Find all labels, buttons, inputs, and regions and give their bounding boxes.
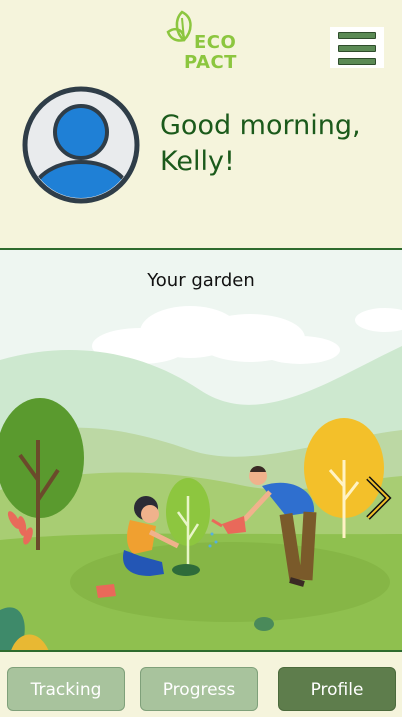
menu-bar [338,45,376,52]
progress-tab[interactable]: Progress [140,667,258,711]
eco-pact-logo: ECO PACT [166,10,237,73]
tracking-tab[interactable]: Tracking [7,667,125,711]
greeting-name: Kelly! [160,146,235,177]
menu-bar [338,32,376,39]
greeting: Good morning, Kelly! [160,108,390,180]
garden-title: Your garden [147,270,255,291]
menu-bar [338,58,376,65]
logo-text-eco: ECO [194,32,237,53]
avatar[interactable] [22,86,140,204]
profile-tab[interactable]: Profile [278,667,396,711]
chevron-right-icon [366,476,392,520]
garden-panel: Your garden [0,248,402,652]
greeting-line1: Good morning, [160,110,361,141]
header: ECO PACT Good morning, Kelly! [0,0,402,248]
hamburger-menu-button[interactable] [330,27,384,68]
cloud-icon [92,306,402,364]
next-arrow-button[interactable] [360,474,394,522]
logo-text-pact: PACT [184,52,237,73]
user-avatar-icon [22,86,140,204]
garden-illustration [0,306,402,650]
bottom-nav: Tracking Progress Profile [0,652,402,717]
